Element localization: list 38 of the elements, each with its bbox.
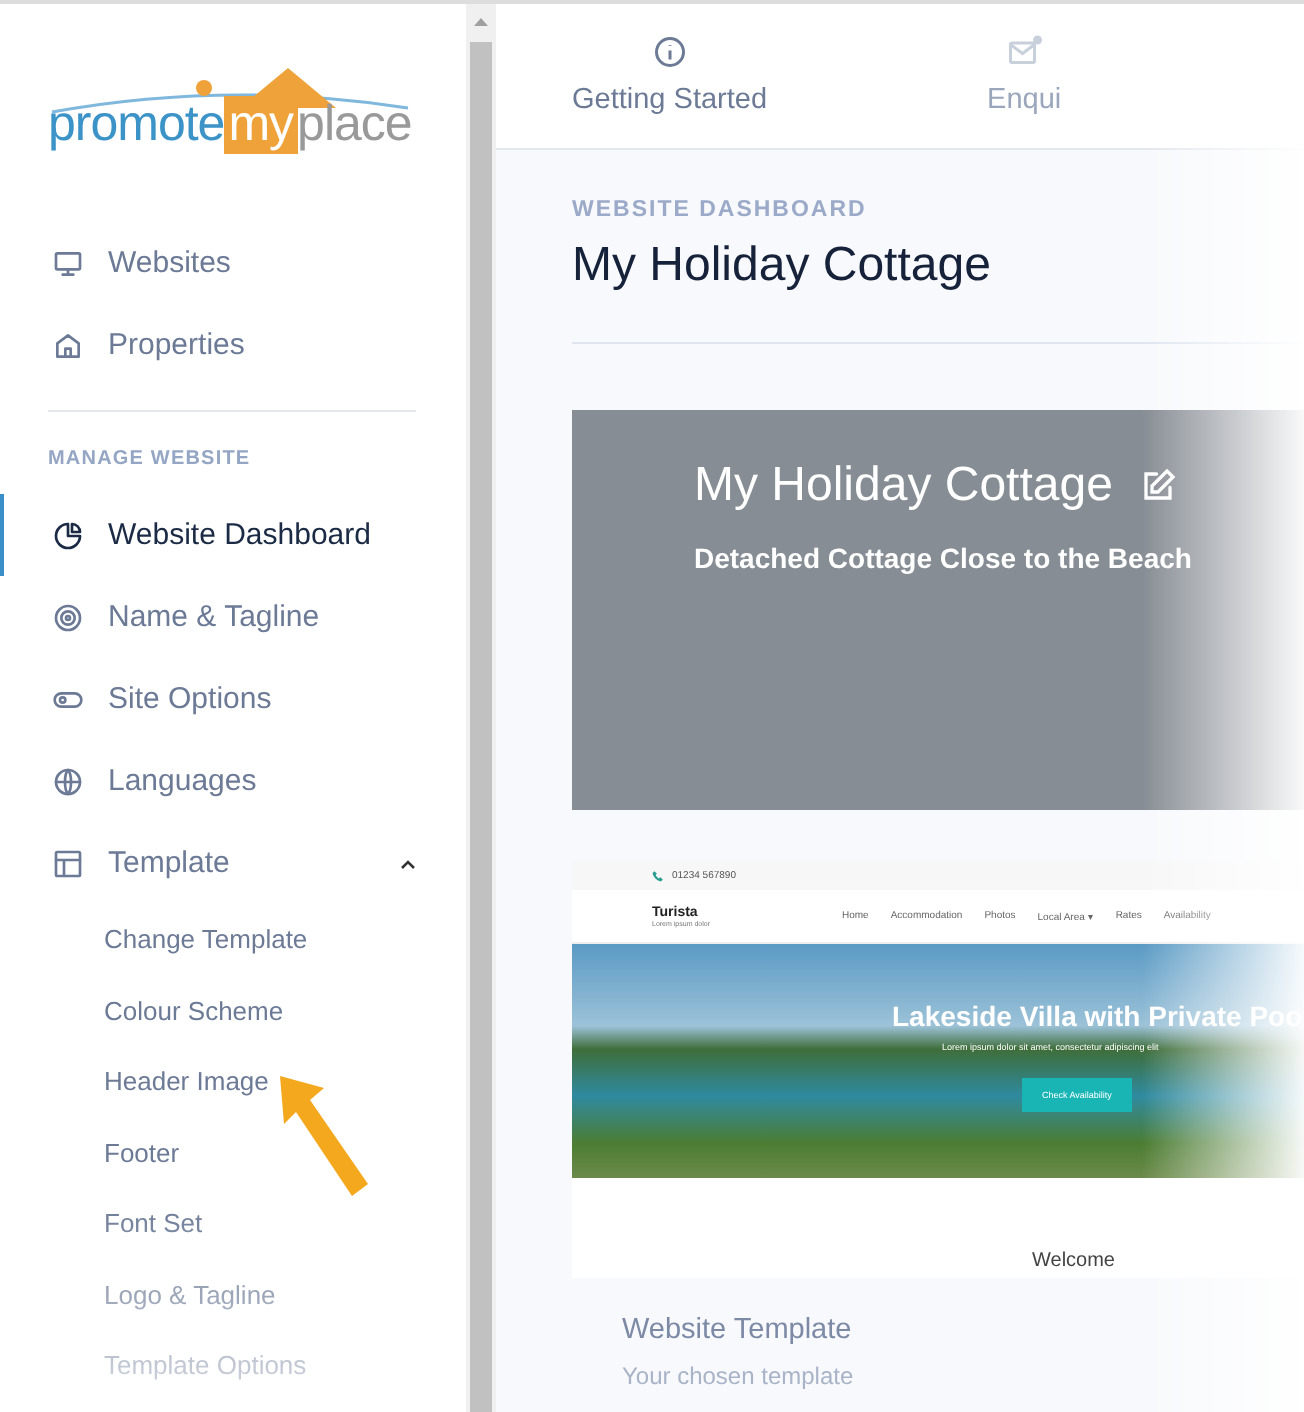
edit-icon[interactable] bbox=[1140, 468, 1177, 504]
sub-nav-item[interactable]: Change Template bbox=[104, 904, 308, 975]
card-subtitle: Your chosen template bbox=[622, 1362, 856, 1390]
scroll-up-icon[interactable] bbox=[472, 14, 490, 30]
nav-item[interactable]: Websites bbox=[0, 222, 466, 304]
nav-item[interactable]: Properties bbox=[0, 304, 466, 386]
globe-icon bbox=[52, 765, 84, 797]
logo-text: promote bbox=[48, 96, 225, 154]
logo-text: my bbox=[224, 96, 298, 154]
phone-icon bbox=[652, 869, 664, 881]
tab[interactable]: Enqui bbox=[987, 4, 1062, 148]
info-icon bbox=[651, 34, 688, 70]
card-title: Website Template bbox=[622, 1314, 854, 1346]
sub-nav-item[interactable]: Font Set bbox=[104, 1188, 203, 1259]
sub-nav-item[interactable]: Logo & Tagline bbox=[104, 1259, 276, 1330]
banner-title: My Holiday Cottage bbox=[694, 458, 1113, 514]
section-heading: MANAGE WEBSITE bbox=[46, 448, 253, 470]
page-title: My Holiday Cottage bbox=[572, 238, 993, 294]
scrollbar[interactable] bbox=[466, 4, 496, 1412]
pie-chart-icon bbox=[52, 519, 84, 551]
layout-icon bbox=[52, 847, 84, 879]
banner-subtitle: Detached Cottage Close to the Beach bbox=[694, 542, 1194, 574]
logo-text: place bbox=[297, 96, 412, 154]
page-eyebrow: WEBSITE DASHBOARD bbox=[572, 198, 869, 222]
mail-icon bbox=[1006, 34, 1043, 70]
nav-item[interactable]: Name & Tagline bbox=[0, 576, 466, 658]
target-icon bbox=[52, 601, 84, 633]
tab[interactable]: Getting Started bbox=[572, 4, 768, 148]
monitor-icon bbox=[52, 247, 84, 279]
nav-item[interactable]: Site Options bbox=[0, 658, 466, 740]
home-icon bbox=[52, 329, 84, 361]
nav-item[interactable]: Languages bbox=[0, 740, 466, 822]
welcome-heading: Welcome bbox=[1030, 1248, 1117, 1276]
scrollbar-thumb[interactable] bbox=[470, 42, 492, 1412]
nav-item[interactable]: Template bbox=[0, 822, 466, 904]
sub-nav-item[interactable]: Colour Scheme bbox=[104, 975, 284, 1046]
sub-nav-item[interactable]: Header Image bbox=[104, 1046, 269, 1117]
sub-nav-item[interactable]: Footer bbox=[104, 1117, 180, 1188]
